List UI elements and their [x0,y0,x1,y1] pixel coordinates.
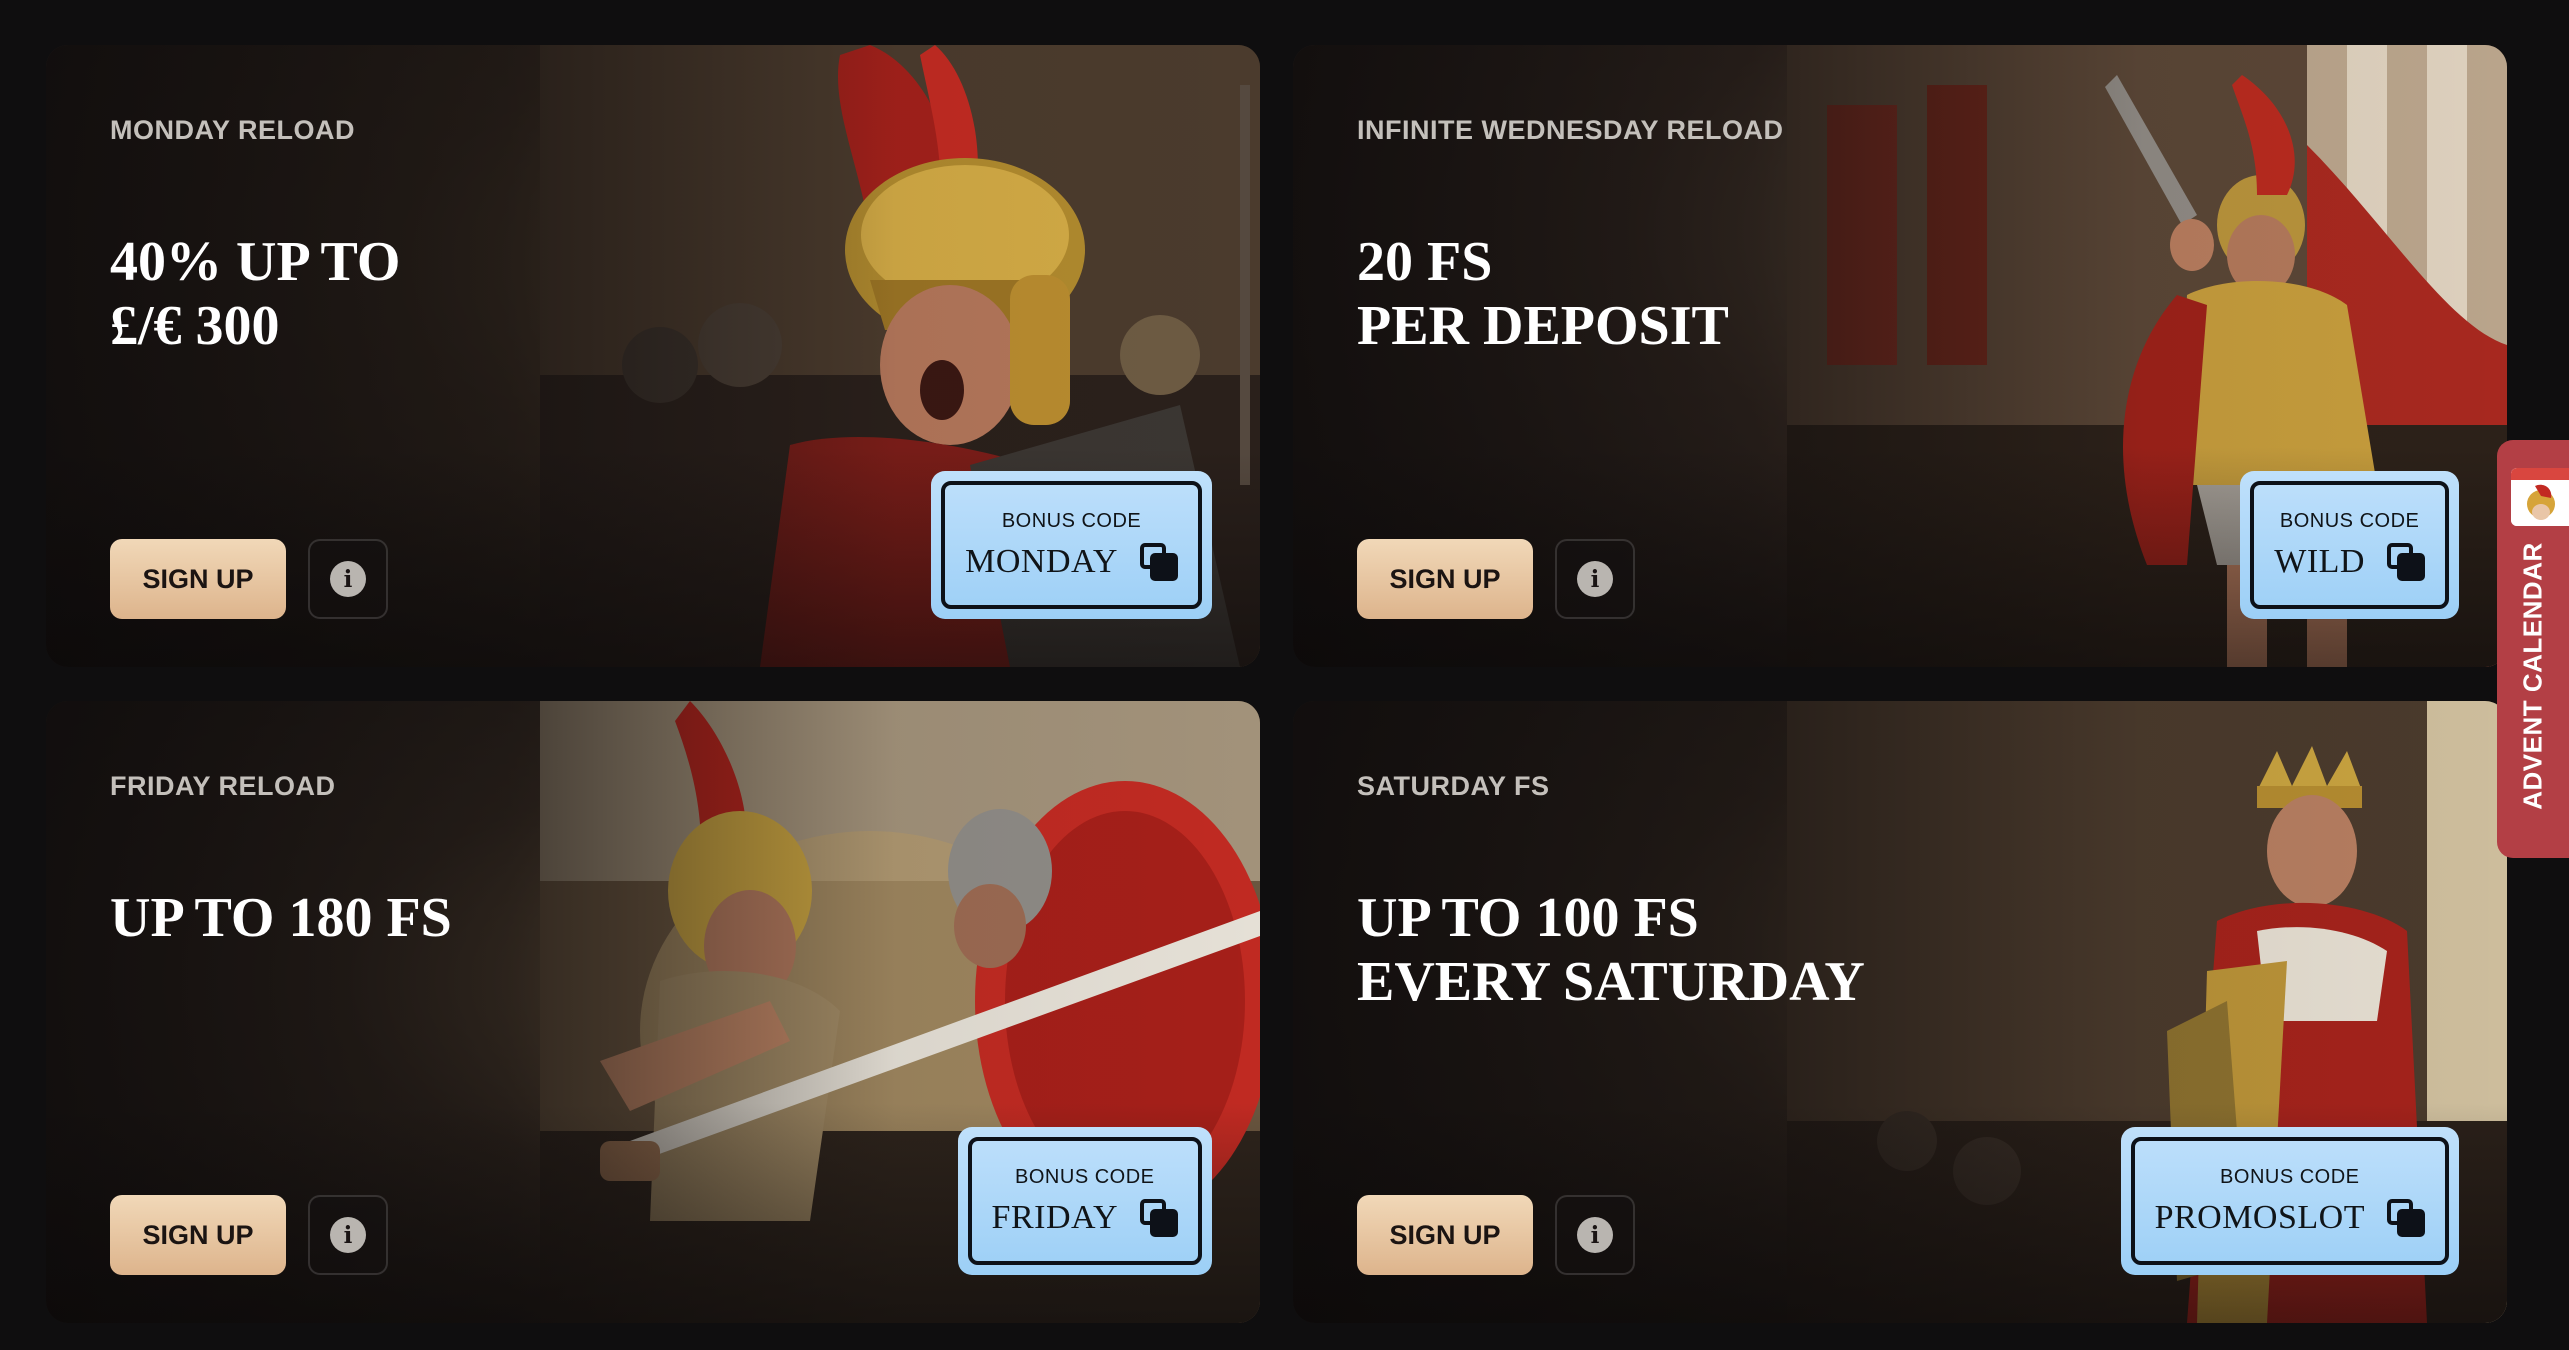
bonus-code-title: BONUS CODE [1001,509,1142,532]
bonus-code-value: MONDAY [965,542,1118,580]
info-icon: i [1577,1217,1613,1253]
bonus-code-box[interactable]: BONUS CODE FRIDAY [957,1127,1212,1275]
promo-label: INFINITE WEDNESDAY RELOAD [1357,115,1784,145]
promo-label: MONDAY RELOAD [110,115,356,145]
bonus-code-title: BONUS CODE [2279,509,2420,532]
promo-headline: UP TO 180 FS [110,886,452,950]
promo-headline-line-2: PER DEPOSIT [1357,295,1729,357]
bonus-code-row: FRIDAY [991,1198,1178,1237]
bonus-code-row: PROMOSLOT [2154,1198,2425,1237]
promo-headline: 20 FS PER DEPOSIT [1357,230,1729,358]
copy-icon[interactable] [1140,542,1178,581]
bonus-code-title: BONUS CODE [1015,1165,1155,1188]
advent-calendar-label: ADVENT CALENDAR [2517,542,2548,810]
copy-icon[interactable] [1140,1198,1178,1237]
promo-headline-line-1: UP TO 100 FS [1357,887,1699,949]
promo-headline-line-1: 20 FS [1357,231,1493,293]
info-icon: i [330,561,366,597]
promo-headline: UP TO 100 FS EVERY SATURDAY [1357,886,1865,1014]
promo-card-saturday: SATURDAY FS UP TO 100 FS EVERY SATURDAY … [1293,701,2507,1323]
promo-headline-line-1: UP TO 180 FS [110,887,452,949]
promo-label: SATURDAY FS [1357,771,1550,801]
promo-card-wednesday: INFINITE WEDNESDAY RELOAD 20 FS PER DEPO… [1293,45,2507,667]
sign-up-button[interactable]: SIGN UP [1357,539,1533,619]
calendar-icon [2511,468,2569,526]
promo-card-monday: MONDAY RELOAD 40% UP TO £/€ 300 SIGN UP … [46,45,1260,667]
bonus-code-value: PROMOSLOT [2154,1198,2365,1236]
sign-up-button[interactable]: SIGN UP [110,539,286,619]
bonus-code-inner: BONUS CODE PROMOSLOT [2130,1137,2449,1265]
bonus-code-inner: BONUS CODE WILD [2250,481,2449,609]
bonus-code-box[interactable]: BONUS CODE WILD [2240,471,2459,619]
promo-headline-line-2: EVERY SATURDAY [1357,951,1865,1013]
info-button[interactable]: i [1555,539,1635,619]
bonus-code-box[interactable]: BONUS CODE MONDAY [931,471,1212,619]
advent-calendar-tab[interactable]: ADVENT CALENDAR [2497,440,2569,858]
info-button[interactable]: i [1555,1195,1635,1275]
copy-icon[interactable] [2387,1198,2425,1237]
info-button[interactable]: i [308,1195,388,1275]
promo-headline-line-1: 40% UP TO [110,231,401,293]
bonus-code-inner: BONUS CODE MONDAY [941,481,1202,609]
bonus-code-value: WILD [2274,542,2365,580]
bonus-code-row: MONDAY [965,542,1178,581]
promo-headline-line-2: £/€ 300 [110,295,280,357]
bonus-code-value: FRIDAY [991,1198,1118,1236]
info-icon: i [330,1217,366,1253]
copy-icon[interactable] [2387,542,2425,581]
promo-headline: 40% UP TO £/€ 300 [110,230,400,358]
sign-up-button[interactable]: SIGN UP [1357,1195,1533,1275]
bonus-code-row: WILD [2274,542,2425,581]
sign-up-button[interactable]: SIGN UP [110,1195,286,1275]
info-icon: i [1577,561,1613,597]
bonus-code-title: BONUS CODE [2220,1165,2360,1188]
promo-card-friday: FRIDAY RELOAD UP TO 180 FS SIGN UP i BON… [46,701,1260,1323]
info-button[interactable]: i [308,539,388,619]
bonus-code-inner: BONUS CODE FRIDAY [967,1137,1202,1265]
bonus-code-box[interactable]: BONUS CODE PROMOSLOT [2120,1127,2459,1275]
promo-label: FRIDAY RELOAD [110,771,336,801]
